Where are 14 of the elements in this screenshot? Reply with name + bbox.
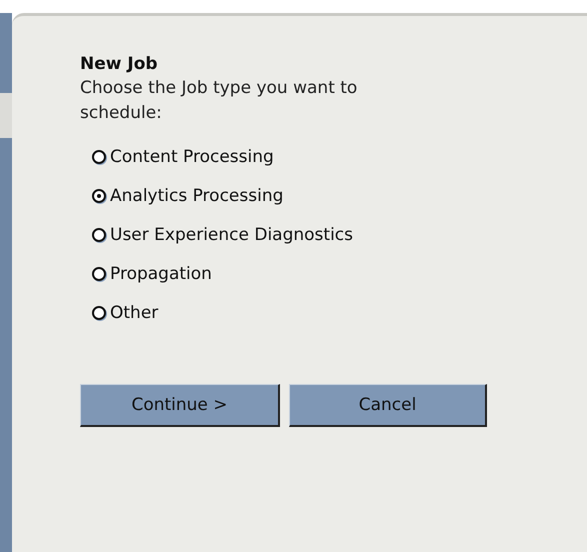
radio-button[interactable] bbox=[92, 266, 106, 280]
radio-option[interactable]: Content Processing bbox=[92, 143, 587, 170]
radio-option[interactable]: Analytics Processing bbox=[92, 182, 587, 209]
radio-button[interactable] bbox=[92, 150, 106, 164]
dialog-button[interactable]: Continue > bbox=[80, 384, 280, 427]
dialog-description: Choose the Job type you want to schedule: bbox=[80, 77, 358, 125]
radio-button[interactable] bbox=[92, 228, 106, 242]
dialog-button[interactable]: Cancel bbox=[289, 384, 487, 427]
radio-option[interactable]: User Experience Diagnostics bbox=[92, 221, 587, 248]
radio-option[interactable]: Propagation bbox=[92, 260, 587, 287]
radio-button[interactable] bbox=[92, 188, 106, 202]
dialog-title: New Job bbox=[80, 53, 159, 76]
radio-option[interactable]: Other bbox=[92, 299, 587, 326]
radio-button[interactable] bbox=[92, 306, 106, 320]
